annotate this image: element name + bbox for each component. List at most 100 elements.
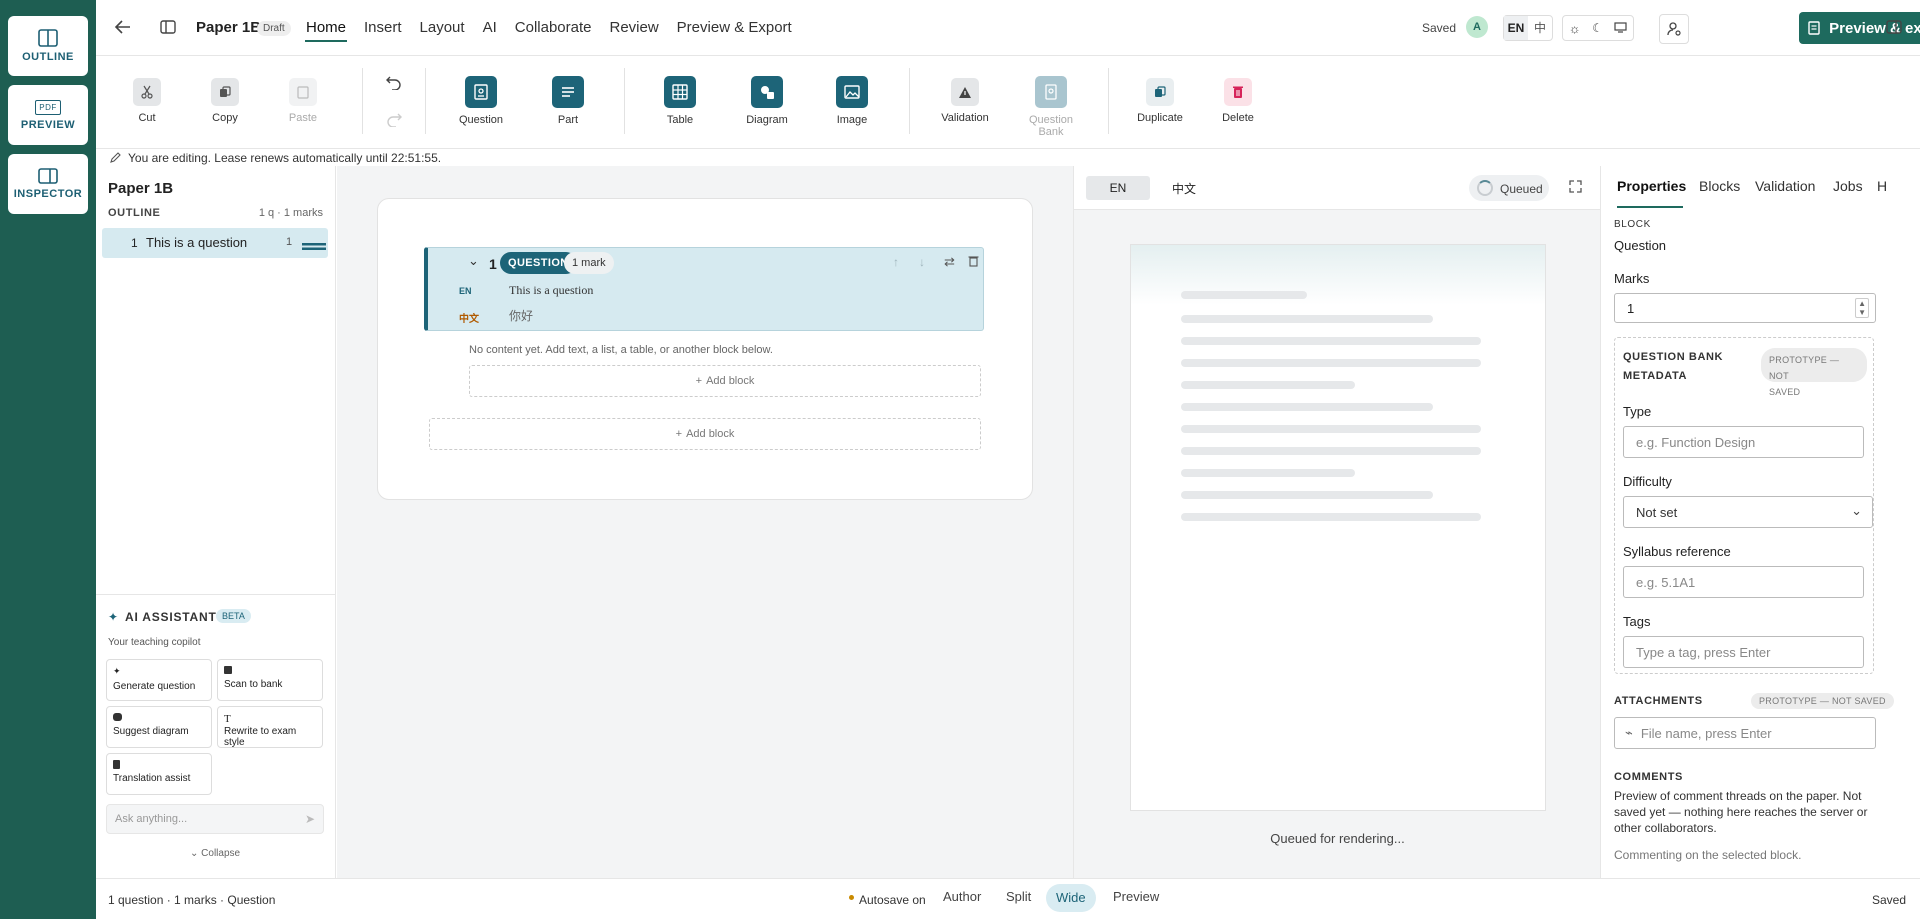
insert-part-button[interactable]: Part <box>533 76 603 126</box>
tab-history[interactable]: H <box>1877 178 1887 194</box>
share-user-icon[interactable] <box>1659 14 1689 44</box>
paste-label: Paste <box>288 112 318 124</box>
question-text-zh[interactable]: 你好 <box>509 307 533 324</box>
sun-icon[interactable]: ☼ <box>1569 21 1581 36</box>
tab-jobs[interactable]: Jobs <box>1833 178 1863 194</box>
undo-icon[interactable] <box>386 74 402 93</box>
insert-table-button[interactable]: Table <box>645 76 715 126</box>
monitor-icon[interactable] <box>1614 21 1627 36</box>
arrow-down-icon[interactable]: ↓ <box>919 255 925 269</box>
tab-validation[interactable]: Validation <box>1755 178 1815 194</box>
menu-home[interactable]: Home <box>297 0 355 56</box>
translation-assist-action[interactable]: Translation assist <box>106 753 212 795</box>
prototype-badge-line2: SAVED <box>1769 387 1801 397</box>
mode-split[interactable]: Split <box>1006 889 1031 904</box>
suggest-diagram-action[interactable]: Suggest diagram <box>106 706 212 748</box>
rail-inspector-button[interactable]: INSPECTOR <box>8 154 88 214</box>
ai-assistant-panel: ✦ AI ASSISTANT BETA Your teaching copilo… <box>96 594 336 878</box>
ai-ask-input[interactable]: Ask anything... ➤ <box>106 804 324 834</box>
menu-collaborate[interactable]: Collaborate <box>506 0 601 56</box>
diagram-icon <box>751 76 783 108</box>
scan-to-bank-action[interactable]: Scan to bank <box>217 659 323 701</box>
outline-item[interactable]: 1 This is a question 1 <box>102 228 328 258</box>
difficulty-select[interactable]: Not set ⌄ <box>1623 496 1873 528</box>
lang-zh-button[interactable]: 中 <box>1528 16 1552 40</box>
arrow-up-icon[interactable]: ↑ <box>893 255 899 269</box>
send-icon[interactable]: ➤ <box>305 812 315 826</box>
question-bank-icon <box>1035 76 1067 108</box>
menu-ai[interactable]: AI <box>474 0 506 56</box>
copy-button[interactable]: Copy <box>190 78 260 124</box>
editor-canvas: ⌄ 1 QUESTION 1 mark ↑ ↓ ⇄ EN This is a q… <box>337 166 1073 878</box>
insert-diagram-button[interactable]: Diagram <box>732 76 802 126</box>
duplicate-button[interactable]: Duplicate <box>1125 78 1195 124</box>
tab-blocks[interactable]: Blocks <box>1699 178 1740 194</box>
right-panel-toggle-icon[interactable] <box>1886 20 1902 34</box>
question-bank-label: Question Bank <box>1028 114 1074 138</box>
syllabus-placeholder: e.g. 5.1A1 <box>1636 574 1696 590</box>
rewrite-exam-style-action[interactable]: T Rewrite to exam style <box>217 706 323 748</box>
drag-handle-icon[interactable] <box>302 239 326 254</box>
sidebar-toggle-icon[interactable] <box>160 20 176 34</box>
paste-button[interactable]: Paste <box>268 78 338 124</box>
preview-header: EN 中文 Queued <box>1074 166 1601 210</box>
fullscreen-icon[interactable] <box>1569 180 1582 196</box>
marks-input[interactable]: 1 ▲ ▼ <box>1614 293 1876 323</box>
inspector-icon <box>38 168 58 184</box>
trash-icon[interactable] <box>968 255 979 270</box>
insert-question-button[interactable]: Question <box>446 76 516 126</box>
tab-properties[interactable]: Properties <box>1617 178 1686 194</box>
delete-label: Delete <box>1222 112 1254 124</box>
swap-icon[interactable]: ⇄ <box>944 254 955 270</box>
menu-layout[interactable]: Layout <box>411 0 474 56</box>
render-status-pill: Queued <box>1469 175 1549 201</box>
active-tab-underline <box>1617 206 1683 208</box>
main-menu: Home Insert Layout AI Collaborate Review… <box>297 0 801 56</box>
moon-icon[interactable]: ☾ <box>1592 21 1603 35</box>
table-label: Table <box>666 114 694 126</box>
marks-badge: 1 mark <box>564 252 614 274</box>
prototype-badge: PROTOTYPE — NOT SAVED <box>1761 348 1867 397</box>
validation-button[interactable]: Validation <box>930 78 1000 124</box>
avatar[interactable]: A <box>1466 16 1488 38</box>
collapse-button[interactable]: ⌄ Collapse <box>190 848 240 859</box>
back-arrow-icon[interactable] <box>114 18 132 36</box>
question-icon <box>465 76 497 108</box>
chevron-down-icon[interactable]: ⌄ <box>468 253 479 269</box>
syllabus-input[interactable]: e.g. 5.1A1 <box>1623 566 1864 598</box>
difficulty-value: Not set <box>1636 504 1678 520</box>
menu-review[interactable]: Review <box>600 0 667 56</box>
trash-icon <box>1224 78 1252 106</box>
menu-preview-export[interactable]: Preview & Export <box>668 0 801 56</box>
add-block-button-inner[interactable]: + Add block <box>469 365 981 397</box>
question-text-en[interactable]: This is a question <box>509 283 593 298</box>
question-block[interactable]: ⌄ 1 QUESTION 1 mark ↑ ↓ ⇄ EN This is a q… <box>424 247 984 331</box>
question-bank-button[interactable]: Question Bank <box>1016 76 1086 138</box>
insert-image-button[interactable]: Image <box>817 76 887 126</box>
preview-tab-zh[interactable]: 中文 <box>1172 180 1196 197</box>
rail-outline-button[interactable]: OUTLINE <box>8 16 88 76</box>
preview-panel: EN 中文 Queued Queued for rendering... <box>1073 166 1601 878</box>
attachment-input[interactable]: ⌁ File name, press Enter <box>1614 717 1876 749</box>
mode-wide[interactable]: Wide <box>1046 884 1096 912</box>
preview-tab-en[interactable]: EN <box>1086 176 1150 200</box>
delete-button[interactable]: Delete <box>1203 78 1273 124</box>
rail-preview-button[interactable]: PDF PREVIEW <box>8 85 88 145</box>
action-label: Translation assist <box>113 773 191 784</box>
outline-icon <box>38 29 58 47</box>
menu-insert[interactable]: Insert <box>355 0 411 56</box>
redo-icon[interactable] <box>386 111 402 130</box>
type-input[interactable]: e.g. Function Design <box>1623 426 1864 458</box>
lease-text: You are editing. Lease renews automatica… <box>128 151 442 165</box>
action-label: Scan to bank <box>224 679 283 690</box>
mode-author[interactable]: Author <box>943 889 981 904</box>
image-icon <box>836 76 868 108</box>
mode-preview[interactable]: Preview <box>1113 889 1159 904</box>
document-icon <box>1808 21 1820 35</box>
lang-en-button[interactable]: EN <box>1504 16 1528 40</box>
cut-button[interactable]: Cut <box>112 78 182 124</box>
generate-question-action[interactable]: ✦ Generate question <box>106 659 212 701</box>
tags-input[interactable]: Type a tag, press Enter <box>1623 636 1864 668</box>
add-block-button-outer[interactable]: + Add block <box>429 418 981 450</box>
stepper-icon[interactable]: ▲ ▼ <box>1855 298 1869 318</box>
